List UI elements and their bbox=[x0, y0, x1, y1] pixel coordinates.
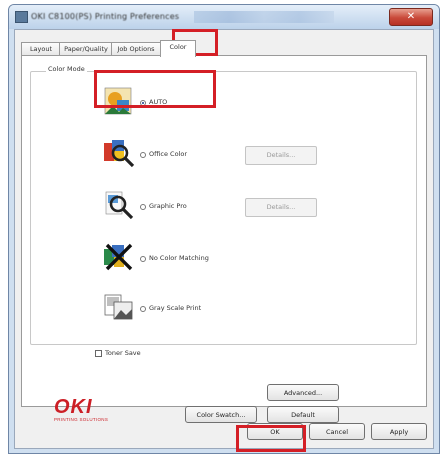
printing-preferences-window: OKI C8100(PS) Printing Preferences ✕ Lay… bbox=[8, 4, 440, 454]
cancel-button[interactable]: Cancel bbox=[309, 423, 365, 440]
title-bar-glass bbox=[194, 11, 334, 23]
window-title: OKI C8100(PS) Printing Preferences bbox=[31, 12, 180, 21]
gray-scale-print-radio[interactable] bbox=[140, 306, 146, 312]
color-tab-panel: Color Mode AUTO Office Color Details... … bbox=[21, 55, 427, 423]
office-color-radio[interactable] bbox=[140, 152, 146, 158]
toner-save-checkbox[interactable] bbox=[95, 350, 102, 357]
printer-app-icon bbox=[15, 11, 28, 23]
auto-color-icon bbox=[102, 85, 136, 117]
gray-scale-print-icon bbox=[102, 291, 136, 323]
auto-label: AUTO bbox=[149, 98, 168, 106]
no-color-matching-icon bbox=[102, 241, 136, 273]
color-swatch-button[interactable]: Color Swatch... bbox=[185, 406, 257, 423]
tab-color[interactable]: Color bbox=[160, 40, 196, 57]
office-color-icon bbox=[102, 137, 136, 169]
color-mode-group bbox=[30, 71, 417, 345]
close-button[interactable]: ✕ bbox=[389, 8, 433, 26]
advanced-button[interactable]: Advanced... bbox=[267, 384, 339, 401]
no-color-matching-label: No Color Matching bbox=[149, 254, 209, 262]
graphic-pro-label: Graphic Pro bbox=[149, 202, 187, 210]
color-mode-group-label: Color Mode bbox=[46, 65, 87, 73]
tab-layout[interactable]: Layout bbox=[21, 42, 61, 56]
graphic-pro-details-button[interactable]: Details... bbox=[245, 198, 317, 217]
ok-button[interactable]: OK bbox=[247, 423, 303, 440]
toner-save-label: Toner Save bbox=[105, 349, 141, 357]
office-color-details-button[interactable]: Details... bbox=[245, 146, 317, 165]
auto-radio[interactable] bbox=[140, 100, 146, 106]
title-bar[interactable]: OKI C8100(PS) Printing Preferences ✕ bbox=[9, 5, 439, 29]
no-color-matching-radio[interactable] bbox=[140, 256, 146, 262]
graphic-pro-radio[interactable] bbox=[140, 204, 146, 210]
apply-button[interactable]: Apply bbox=[371, 423, 427, 440]
logo-tagline: PRINTING SOLUTIONS bbox=[54, 417, 109, 422]
gray-scale-print-label: Gray Scale Print bbox=[149, 304, 202, 312]
graphic-pro-icon bbox=[102, 189, 136, 221]
default-button[interactable]: Default bbox=[267, 406, 339, 423]
dialog-client-area: Layout Paper/Quality Job Options Color C… bbox=[14, 29, 434, 449]
tab-job-options[interactable]: Job Options bbox=[111, 42, 161, 56]
tab-paper-quality[interactable]: Paper/Quality bbox=[59, 42, 113, 56]
oki-logo: OKI PRINTING SOLUTIONS bbox=[54, 396, 108, 422]
logo-text: OKI bbox=[54, 396, 93, 418]
office-color-label: Office Color bbox=[149, 150, 188, 158]
